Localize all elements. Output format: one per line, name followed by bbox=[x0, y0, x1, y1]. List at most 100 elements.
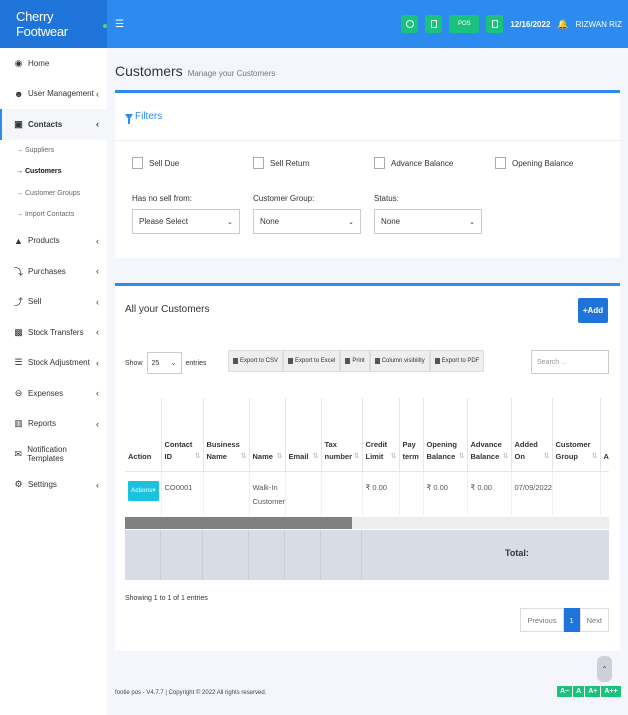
sidebar-item-user-management[interactable]: ☻ User Management ‹ bbox=[0, 79, 107, 110]
sidebar-item-label: Products bbox=[28, 236, 60, 246]
column-header-label: Credit Limit bbox=[365, 439, 388, 461]
previous-page-button[interactable]: Previous bbox=[520, 608, 564, 632]
select-value: None bbox=[381, 217, 401, 226]
column-header-email[interactable]: Email ⇅ bbox=[285, 398, 322, 472]
page-subtitle: Manage your Customers bbox=[187, 69, 276, 78]
export-excel-button[interactable]: Export to Excel bbox=[283, 350, 341, 372]
table-cell bbox=[285, 471, 322, 516]
column-header-tax-number[interactable]: Tax number ⇅ bbox=[321, 398, 363, 472]
current-date: 12/16/2022 bbox=[510, 19, 551, 29]
sidebar-item-label: Purchases bbox=[28, 266, 66, 276]
truck-icon: ▩ bbox=[14, 326, 23, 337]
sidebar-item-notification-templates[interactable]: ✉ Notification Templates bbox=[0, 439, 107, 470]
column-header-contact-id[interactable]: Contact ID ⇅ bbox=[161, 398, 204, 472]
arrow-down-icon: ⤵ bbox=[14, 266, 24, 277]
brand-logo[interactable]: Cherry Footwear bbox=[0, 0, 107, 48]
checkbox-box[interactable] bbox=[132, 157, 143, 169]
page-1-button[interactable]: 1 bbox=[563, 608, 580, 632]
column-header-credit-limit[interactable]: Credit Limit ⇅ bbox=[362, 398, 400, 472]
sell-due-checkbox[interactable]: Sell Due bbox=[132, 157, 179, 169]
sidebar-item-stock-adjustment[interactable]: ☰ Stock Adjustment ‹ bbox=[0, 348, 107, 379]
export-pdf-button[interactable]: Export to PDF bbox=[429, 350, 485, 372]
sidebar-item-expenses[interactable]: ⊖ Expenses ‹ bbox=[0, 378, 107, 409]
table-cell bbox=[203, 471, 250, 516]
export-csv-button[interactable]: Export to CSV bbox=[228, 350, 284, 372]
customers-panel: All your Customers +Add Show 25 ⌄ entrie… bbox=[115, 283, 620, 651]
profit-loss-button[interactable] bbox=[486, 15, 504, 33]
page-size-select[interactable]: 25 ⌄ bbox=[146, 352, 182, 374]
advance-balance-checkbox[interactable]: Advance Balance bbox=[374, 157, 453, 169]
sidebar-item-products[interactable]: ▲ Products ‹ bbox=[0, 226, 107, 257]
horizontal-scrollbar[interactable] bbox=[125, 517, 609, 529]
column-header-opening-balance[interactable]: Opening Balance ⇅ bbox=[423, 398, 468, 472]
sidebar-item-stock-transfers[interactable]: ▩ Stock Transfers ‹ bbox=[0, 317, 107, 348]
scrollbar-thumb[interactable] bbox=[125, 517, 352, 529]
sidebar-item-reports[interactable]: ▥ Reports ‹ bbox=[0, 409, 107, 440]
checkbox-label: Sell Due bbox=[149, 158, 180, 168]
sidebar-subitem-customers[interactable]: → Customers bbox=[0, 161, 107, 183]
column-header-label: Ad bbox=[603, 451, 610, 461]
font-reset-button[interactable]: A bbox=[573, 686, 585, 697]
sort-icon: ⇅ bbox=[543, 452, 550, 460]
chevron-down-icon: ⌄ bbox=[348, 218, 354, 226]
select-value: Please Select bbox=[139, 217, 188, 226]
notifications-bell-icon[interactable]: 🔔 bbox=[557, 19, 568, 30]
sell-return-checkbox[interactable]: Sell Return bbox=[253, 157, 310, 169]
add-expense-button[interactable] bbox=[401, 15, 419, 33]
chevron-left-icon: ‹ bbox=[96, 479, 99, 490]
column-header-pay-term[interactable]: Pay term bbox=[399, 398, 424, 472]
column-header-label: Contact ID bbox=[164, 439, 193, 461]
actions-dropdown-button[interactable]: Actions▾ bbox=[128, 480, 159, 501]
address-book-icon: ▣ bbox=[14, 118, 23, 129]
column-header-name[interactable]: Name ⇅ bbox=[249, 398, 286, 472]
column-header-label: Advance Balance bbox=[470, 439, 502, 461]
minus-circle-icon: ⊖ bbox=[14, 387, 23, 398]
checkbox-box[interactable] bbox=[253, 157, 264, 169]
columns-icon bbox=[374, 358, 380, 364]
sidebar-item-home[interactable]: ◉ Home bbox=[0, 48, 107, 79]
search-input[interactable]: Search ... bbox=[531, 350, 609, 374]
chevron-left-icon: ‹ bbox=[96, 296, 99, 307]
column-header-ad[interactable]: Ad bbox=[600, 398, 610, 472]
column-header-advance-balance[interactable]: Advance Balance ⇅ bbox=[467, 398, 512, 472]
table-cell: ₹ 0.00 bbox=[423, 471, 468, 516]
has-no-sell-select[interactable]: Please Select ⌄ bbox=[132, 209, 240, 234]
filters-header[interactable]: Filters bbox=[115, 93, 620, 141]
sidebar-subitem-suppliers[interactable]: → Suppliers bbox=[0, 140, 107, 162]
font-increase-button[interactable]: A+ bbox=[585, 686, 601, 697]
customer-group-select[interactable]: None ⌄ bbox=[253, 209, 361, 234]
print-button[interactable]: Print bbox=[340, 350, 370, 372]
table-row: Actions▾ CO0001 Walk-In Customer ₹ 0.00 … bbox=[125, 471, 609, 516]
add-customer-button[interactable]: +Add bbox=[578, 298, 608, 323]
status-select[interactable]: None ⌄ bbox=[374, 209, 482, 234]
column-header-added-on[interactable]: Added On ⇅ bbox=[511, 398, 553, 472]
menu-toggle-icon[interactable]: ☰ bbox=[115, 19, 124, 30]
pos-button[interactable]: POS bbox=[449, 15, 480, 33]
sidebar-subitem-import-contacts[interactable]: → Import Contacts bbox=[0, 204, 107, 226]
font-increase-more-button[interactable]: A++ bbox=[601, 686, 621, 697]
cog-icon: ⚙ bbox=[14, 479, 23, 490]
sidebar-item-purchases[interactable]: ⤵ Purchases ‹ bbox=[0, 256, 107, 287]
column-visibility-button[interactable]: Column visibility bbox=[369, 350, 430, 372]
calculator-button[interactable] bbox=[425, 15, 443, 33]
column-header-label: Tax number bbox=[324, 439, 353, 461]
sidebar-subitem-customer-groups[interactable]: → Customer Groups bbox=[0, 183, 107, 205]
font-decrease-button[interactable]: A− bbox=[557, 686, 573, 697]
opening-balance-checkbox[interactable]: Opening Balance bbox=[495, 157, 573, 169]
column-header-customer-group[interactable]: Customer Group ⇅ bbox=[552, 398, 601, 472]
sidebar-item-contacts[interactable]: ▣ Contacts ‹ bbox=[0, 109, 107, 140]
checkbox-box[interactable] bbox=[374, 157, 385, 169]
chevron-down-icon: ⌄ bbox=[227, 218, 233, 226]
next-page-button[interactable]: Next bbox=[579, 608, 609, 632]
sidebar-item-settings[interactable]: ⚙ Settings ‹ bbox=[0, 470, 107, 501]
database-icon: ☰ bbox=[14, 357, 23, 368]
checkbox-box[interactable] bbox=[495, 157, 506, 169]
scroll-to-top-button[interactable]: ⌃ bbox=[597, 656, 612, 682]
has-no-sell-label: Has no sell from: bbox=[132, 194, 193, 203]
sidebar-item-label: Stock Transfers bbox=[28, 327, 84, 337]
footer-cell bbox=[161, 530, 203, 580]
pos-label: POS bbox=[458, 21, 471, 27]
column-header-business-name[interactable]: Business Name ⇅ bbox=[203, 398, 250, 472]
sidebar-item-sell[interactable]: ⤴ Sell ‹ bbox=[0, 287, 107, 318]
user-menu[interactable]: RIZWAN RIZ bbox=[576, 20, 622, 29]
